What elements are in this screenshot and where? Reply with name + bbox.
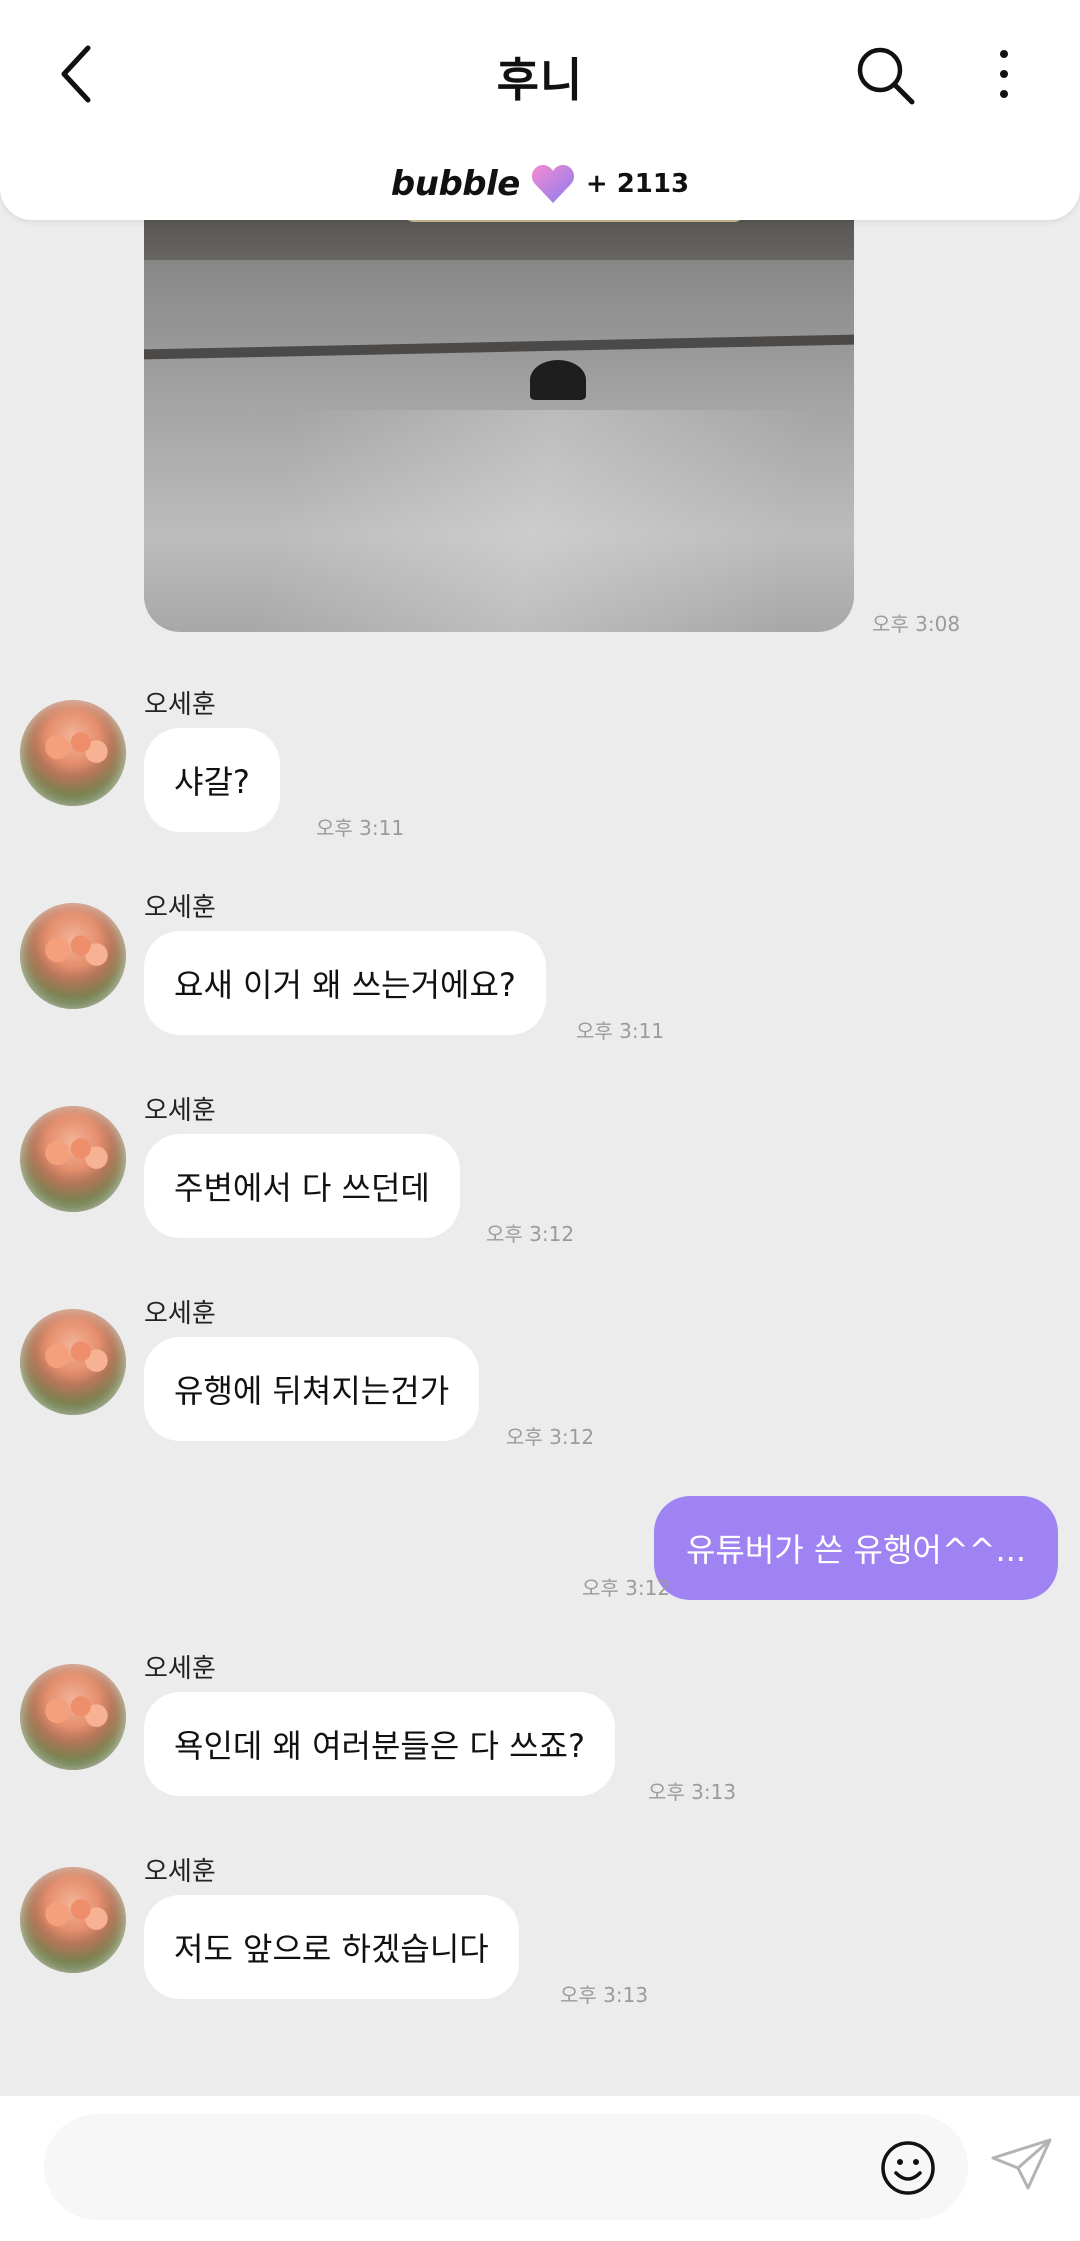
message-bubble[interactable]: 샤갈? bbox=[144, 728, 280, 832]
message-group: 오세훈 저도 앞으로 하겠습니다 오후 3:13 bbox=[0, 1851, 1080, 2041]
sender-name: 오세훈 bbox=[144, 893, 216, 923]
chat-header: 후니 bubble + 2113 bbox=[0, 0, 1080, 220]
avatar[interactable] bbox=[20, 1309, 126, 1415]
send-button[interactable] bbox=[990, 2136, 1054, 2192]
message-group: 오세훈 욕인데 왜 여러분들은 다 쓰죠? 오후 3:13 bbox=[0, 1648, 1080, 1838]
outgoing-message-bubble[interactable]: 유튜버가 쓴 유행어^^... bbox=[653, 1496, 1058, 1600]
message-time: 오후 3:11 bbox=[576, 1019, 665, 1043]
message-bubble[interactable]: 주변에서 다 쓰던데 bbox=[144, 1134, 460, 1238]
bubble-badge[interactable]: bubble + 2113 bbox=[0, 160, 1080, 208]
message-bubble[interactable]: 유행에 뒤쳐지는건가 bbox=[144, 1337, 480, 1441]
more-options-button[interactable] bbox=[984, 40, 1024, 108]
sender-name: 오세훈 bbox=[144, 1299, 216, 1329]
avatar[interactable] bbox=[20, 1867, 126, 1973]
message-time: 오후 3:11 bbox=[316, 816, 405, 840]
message-group: 오세훈 요새 이거 왜 쓰는거에요? 오후 3:11 bbox=[0, 887, 1080, 1077]
message-time: 오후 3:08 bbox=[872, 612, 961, 636]
avatar[interactable] bbox=[20, 1664, 126, 1770]
message-time: 오후 3:12 bbox=[582, 1576, 671, 1600]
heart-icon bbox=[531, 165, 574, 203]
sender-name: 오세훈 bbox=[144, 1654, 216, 1684]
sender-name: 오세훈 bbox=[144, 690, 216, 720]
message-time: 오후 3:12 bbox=[486, 1222, 575, 1246]
sender-name: 오세훈 bbox=[144, 1096, 216, 1126]
message-bubble[interactable]: 요새 이거 왜 쓰는거에요? bbox=[144, 931, 546, 1035]
paper-plane-icon bbox=[991, 2138, 1052, 2190]
photo-message[interactable] bbox=[144, 150, 854, 632]
message-input[interactable] bbox=[44, 2114, 968, 2220]
sender-name: 오세훈 bbox=[144, 1857, 216, 1887]
message-group: 오세훈 주변에서 다 쓰던데 오후 3:12 bbox=[0, 1090, 1080, 1280]
message-group: 오세훈 샤갈? 오후 3:11 bbox=[0, 684, 1080, 874]
message-time: 오후 3:12 bbox=[506, 1425, 595, 1449]
search-icon bbox=[857, 47, 915, 105]
bubble-logo: bubble bbox=[390, 164, 520, 204]
emoji-button[interactable] bbox=[880, 2140, 936, 2196]
avatar[interactable] bbox=[20, 700, 126, 806]
message-time: 오후 3:13 bbox=[648, 1780, 737, 1804]
avatar[interactable] bbox=[20, 903, 126, 1009]
message-bubble[interactable]: 저도 앞으로 하겠습니다 bbox=[144, 1895, 519, 1999]
message-time: 오후 3:13 bbox=[560, 1983, 649, 2007]
message-composer bbox=[0, 2096, 1080, 2241]
search-button[interactable] bbox=[852, 42, 920, 110]
message-group: 오세훈 유행에 뒤쳐지는건가 오후 3:12 bbox=[0, 1293, 1080, 1483]
message-bubble[interactable]: 욕인데 왜 여러분들은 다 쓰죠? bbox=[144, 1692, 615, 1796]
bubble-count: + 2113 bbox=[585, 169, 690, 199]
avatar[interactable] bbox=[20, 1106, 126, 1212]
smiley-icon bbox=[881, 2141, 935, 2195]
more-vertical-icon bbox=[1000, 50, 1008, 98]
